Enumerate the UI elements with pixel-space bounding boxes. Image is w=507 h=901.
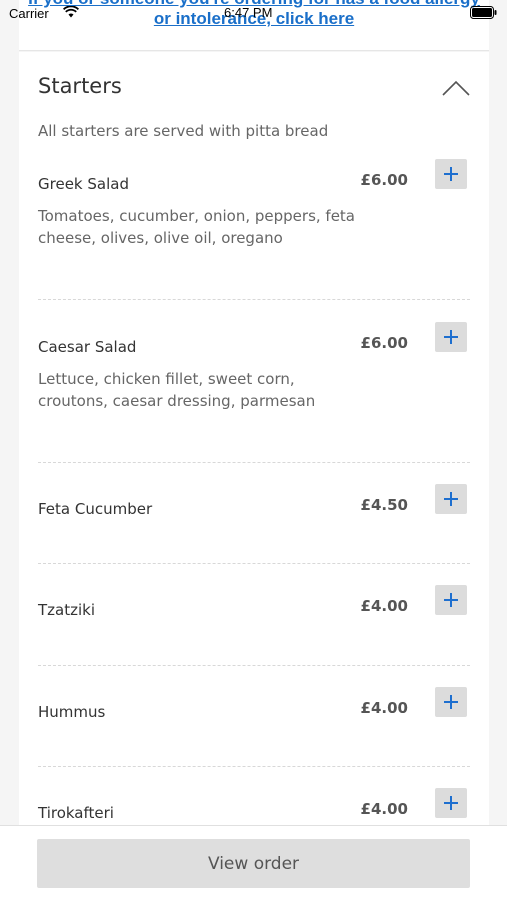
item-price: £6.00 <box>360 171 408 189</box>
item-name: Tirokafteri <box>38 804 114 822</box>
menu-section-starters: Starters All starters are served with pi… <box>19 52 489 832</box>
item-divider <box>38 299 470 300</box>
add-item-button[interactable] <box>435 159 467 189</box>
view-order-button[interactable]: View order <box>37 839 470 888</box>
item-divider <box>38 766 470 767</box>
item-name: Greek Salad <box>38 175 129 193</box>
add-item-button[interactable] <box>435 788 467 818</box>
section-title: Starters <box>38 74 122 98</box>
item-divider <box>38 462 470 463</box>
wifi-icon <box>63 6 79 18</box>
battery-icon <box>470 6 497 19</box>
item-price: £4.00 <box>360 597 408 615</box>
section-header[interactable]: Starters <box>38 72 470 108</box>
add-item-button[interactable] <box>435 484 467 514</box>
item-name: Caesar Salad <box>38 338 137 356</box>
status-bar: Carrier 6:47 PM <box>0 0 507 28</box>
item-name: Tzatziki <box>38 601 96 619</box>
section-note: All starters are served with pitta bread <box>38 122 329 140</box>
carrier-label: Carrier <box>9 6 49 21</box>
item-description: Tomatoes, cucumber, onion, peppers, feta… <box>38 207 355 247</box>
chevron-up-icon[interactable] <box>442 80 470 96</box>
item-name: Feta Cucumber <box>38 500 153 518</box>
item-price: £6.00 <box>360 334 408 352</box>
item-divider <box>38 563 470 564</box>
item-price: £4.00 <box>360 699 408 717</box>
add-item-button[interactable] <box>435 687 467 717</box>
add-item-button[interactable] <box>435 322 467 352</box>
item-divider <box>38 665 470 666</box>
item-description: Lettuce, chicken fillet, sweet corn, cro… <box>38 370 316 410</box>
item-name: Hummus <box>38 703 106 721</box>
clock: 6:47 PM <box>224 5 273 20</box>
bottom-bar: View order <box>0 825 507 901</box>
item-price: £4.00 <box>360 800 408 818</box>
item-price: £4.50 <box>360 496 408 514</box>
add-item-button[interactable] <box>435 585 467 615</box>
